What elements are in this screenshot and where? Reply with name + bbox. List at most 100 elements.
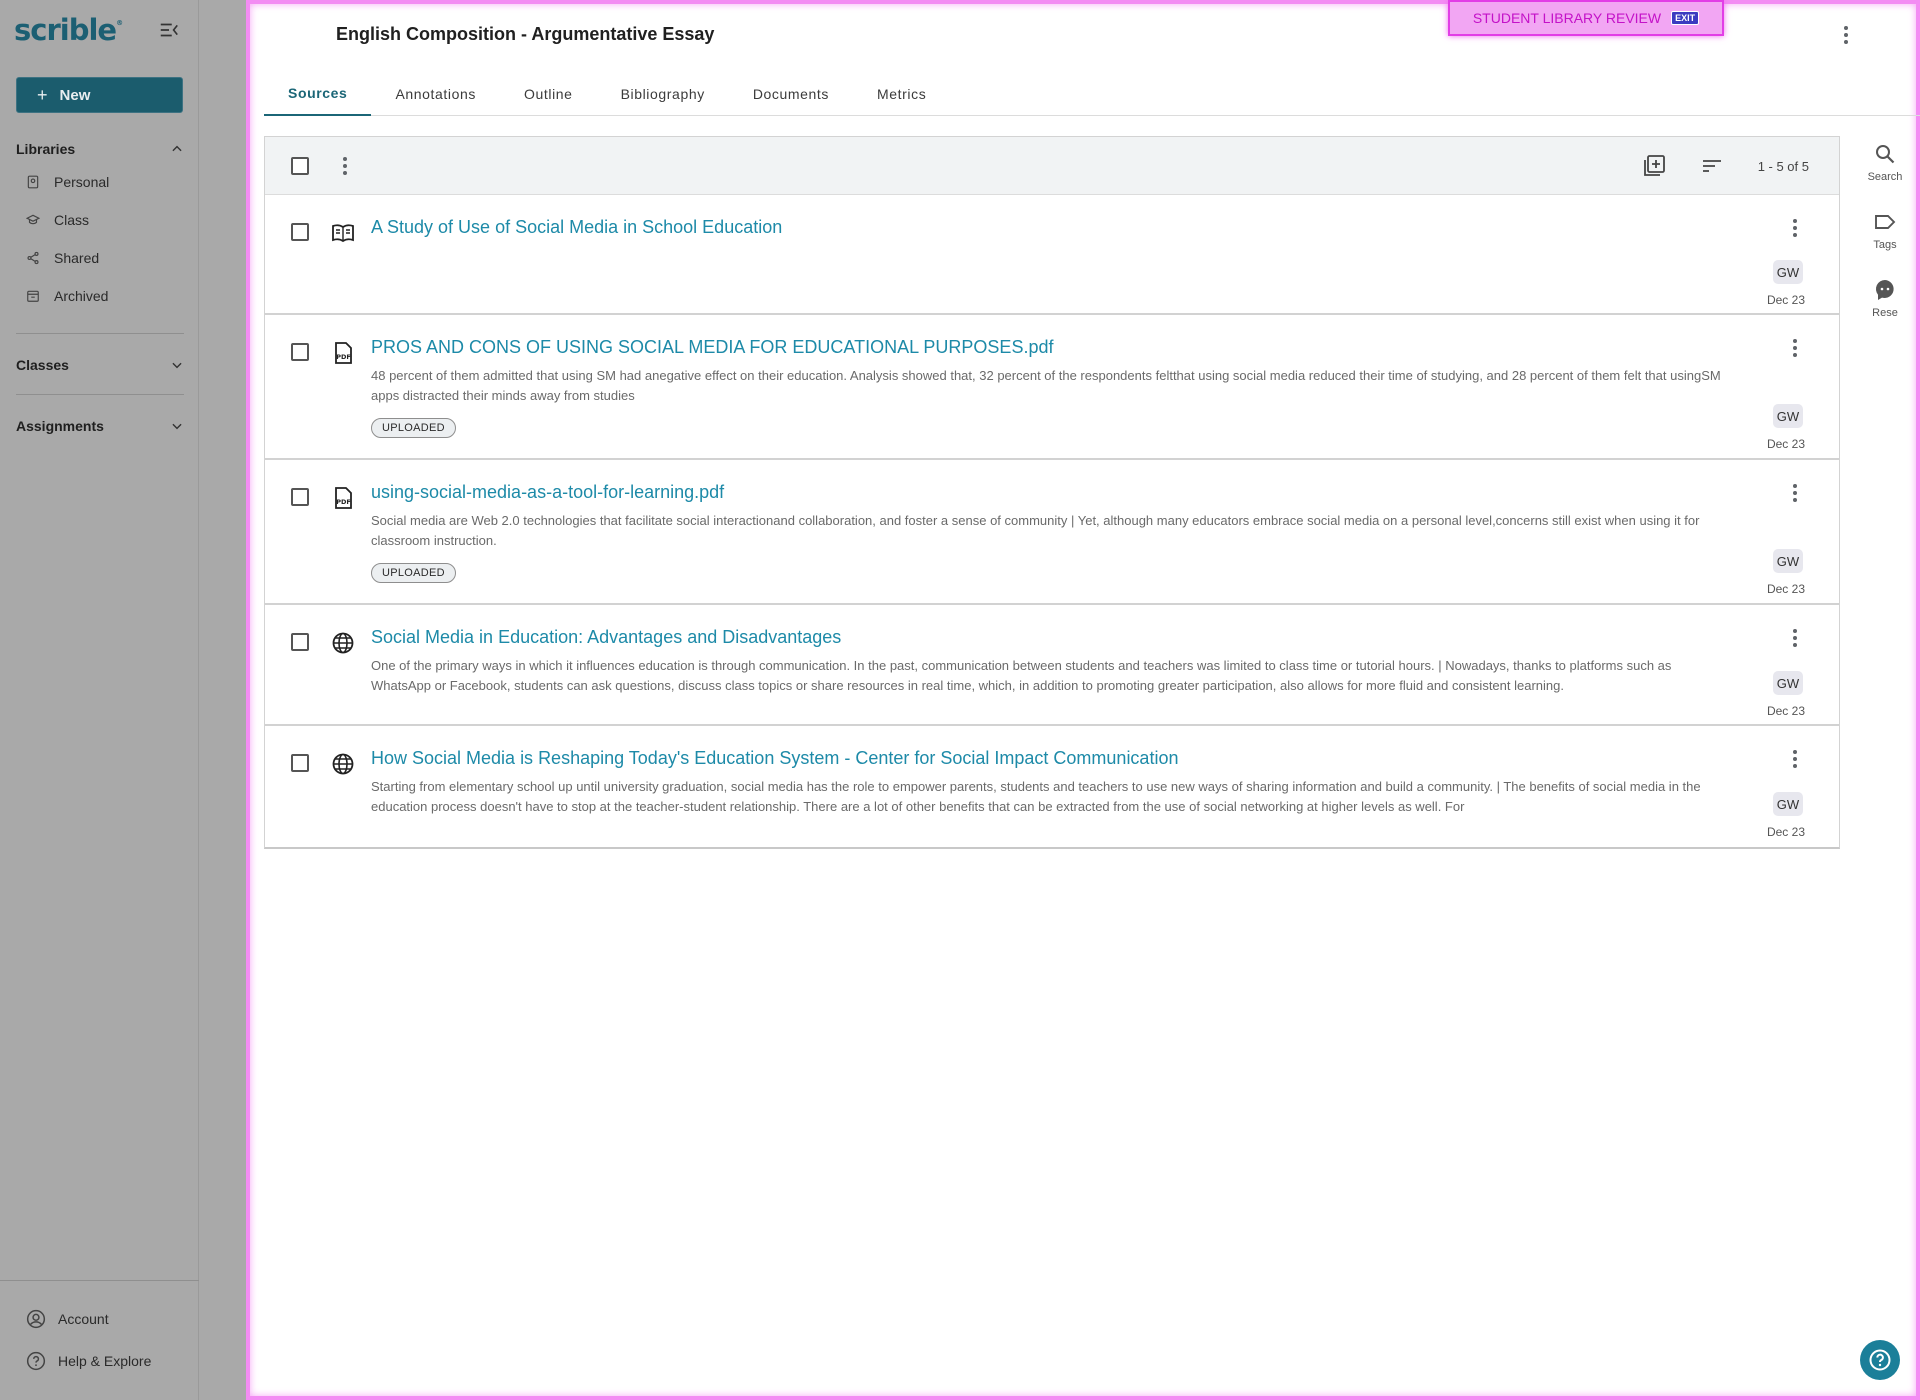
chevron-down-icon (172, 423, 182, 430)
classes-section: Classes (16, 351, 184, 379)
owner-badge: GW (1773, 404, 1803, 428)
row-more-icon[interactable] (1785, 219, 1805, 237)
assignments-header[interactable]: Assignments (16, 412, 184, 440)
chevron-down-icon (172, 362, 182, 369)
tag-icon (1875, 215, 1896, 229)
classes-heading: Classes (16, 357, 69, 373)
source-title-link[interactable]: PROS AND CONS OF USING SOCIAL MEDIA FOR … (371, 337, 1053, 358)
new-button[interactable]: + New (16, 77, 183, 113)
source-snippet: Starting from elementary school up until… (371, 779, 1701, 814)
source-title-link[interactable]: Social Media in Education: Advantages an… (371, 627, 841, 648)
svg-text:PDF: PDF (336, 498, 351, 506)
scrible-logo[interactable]: scrible® (14, 13, 123, 47)
libraries-section: Libraries Personal Class Shared Archived (16, 135, 184, 315)
rail-search-button[interactable]: Search (1850, 142, 1920, 210)
row-more-icon[interactable] (1785, 339, 1805, 357)
assignments-heading: Assignments (16, 418, 104, 434)
tab-bar: Sources Annotations Outline Bibliography… (264, 72, 1920, 116)
sidebar-item-label: Personal (54, 174, 110, 190)
row-checkbox[interactable] (291, 633, 309, 651)
row-checkbox[interactable] (291, 343, 309, 361)
research-chat-icon (1875, 279, 1894, 300)
sidebar: scrible® + New Libraries Personal Class … (0, 0, 199, 1400)
add-to-collection-icon[interactable] (1642, 154, 1666, 178)
logo-text: scrible (14, 13, 117, 47)
sidebar-bottom: Account Help & Explore (0, 1298, 199, 1382)
rail-label: Rese (1872, 307, 1898, 319)
row-checkbox[interactable] (291, 488, 309, 506)
list-item: A Study of Use of Social Media in School… (265, 195, 1839, 315)
tab-bibliography[interactable]: Bibliography (597, 72, 729, 116)
source-snippet: One of the primary ways in which it infl… (371, 658, 1672, 693)
bulk-actions-icon[interactable] (335, 156, 355, 175)
select-all-checkbox[interactable] (291, 156, 309, 175)
libraries-header[interactable]: Libraries (16, 135, 184, 163)
source-date: Dec 23 (1766, 825, 1805, 839)
row-checkbox[interactable] (291, 754, 309, 772)
source-date: Dec 23 (1766, 582, 1805, 596)
account-icon (26, 1309, 46, 1329)
pagination-range: 1 - 5 of 5 (1757, 158, 1809, 174)
rail-tags-button[interactable]: Tags (1850, 210, 1920, 278)
svg-text:PDF: PDF (336, 353, 351, 361)
share-icon (27, 251, 39, 265)
sidebar-item-label: Archived (54, 288, 109, 304)
sources-list: 1 - 5 of 5 A Study of Use of Social Medi… (264, 136, 1840, 849)
globe-icon (332, 753, 354, 775)
row-checkbox[interactable] (291, 223, 309, 241)
list-toolbar: 1 - 5 of 5 (265, 137, 1839, 195)
student-library-review-banner[interactable]: STUDENT LIBRARY REVIEW EXIT (1448, 0, 1724, 36)
tab-sources[interactable]: Sources (264, 72, 372, 116)
tab-annotations[interactable]: Annotations (371, 72, 500, 116)
list-item: PDF using-social-media-as-a-tool-for-lea… (265, 460, 1839, 605)
uploaded-chip: UPLOADED (371, 418, 456, 438)
rail-label: Search (1867, 171, 1903, 183)
help-icon (26, 1351, 46, 1371)
tab-documents[interactable]: Documents (729, 72, 853, 116)
source-title-link[interactable]: How Social Media is Reshaping Today's Ed… (371, 748, 1178, 769)
account-label: Account (58, 1311, 109, 1327)
owner-badge: GW (1773, 671, 1803, 695)
sort-icon[interactable] (1700, 154, 1724, 178)
globe-icon (332, 632, 354, 654)
row-more-icon[interactable] (1785, 750, 1805, 768)
help-explore-link[interactable]: Help & Explore (0, 1340, 199, 1382)
more-options-icon[interactable] (1836, 26, 1856, 44)
owner-badge: GW (1773, 792, 1803, 816)
exit-badge[interactable]: EXIT (1671, 11, 1700, 25)
review-banner-label: STUDENT LIBRARY REVIEW (1472, 10, 1662, 26)
source-title-link[interactable]: A Study of Use of Social Media in School… (371, 217, 782, 238)
source-title-link[interactable]: using-social-media-as-a-tool-for-learnin… (371, 482, 724, 503)
sidebar-item-label: Shared (54, 250, 100, 266)
uploaded-chip: UPLOADED (371, 563, 456, 583)
row-content: PROS AND CONS OF USING SOCIAL MEDIA FOR … (371, 337, 1723, 438)
collapse-sidebar-icon[interactable] (158, 19, 180, 41)
row-more-icon[interactable] (1785, 629, 1805, 647)
row-content: Social Media in Education: Advantages an… (371, 627, 1723, 696)
source-date: Dec 23 (1766, 293, 1805, 307)
tab-metrics[interactable]: Metrics (853, 72, 950, 116)
new-button-label: New (59, 86, 91, 104)
row-more-icon[interactable] (1785, 484, 1805, 502)
graduation-cap-icon (26, 214, 40, 225)
logo-mark: ® (116, 19, 123, 27)
page-title: English Composition - Argumentative Essa… (336, 24, 715, 44)
tab-outline[interactable]: Outline (500, 72, 597, 116)
source-snippet: Social media are Web 2.0 technologies th… (371, 513, 1700, 548)
row-content: using-social-media-as-a-tool-for-learnin… (371, 482, 1723, 583)
classes-header[interactable]: Classes (16, 351, 184, 379)
pdf-file-icon: PDF (335, 487, 352, 509)
help-label: Help & Explore (58, 1353, 152, 1369)
libraries-heading: Libraries (16, 141, 76, 157)
account-link[interactable]: Account (0, 1298, 199, 1340)
sidebar-bottom-divider (0, 1280, 199, 1281)
rail-research-button[interactable]: Rese (1850, 278, 1920, 346)
sidebar-item-shared[interactable]: Shared (16, 239, 184, 277)
sidebar-item-archived[interactable]: Archived (16, 277, 184, 315)
sidebar-item-personal[interactable]: Personal (16, 163, 184, 201)
help-fab-button[interactable] (1860, 1340, 1900, 1380)
row-content: A Study of Use of Social Media in School… (371, 217, 1723, 238)
archive-icon (27, 290, 39, 302)
book-icon (27, 175, 39, 189)
sidebar-item-class[interactable]: Class (16, 201, 184, 239)
